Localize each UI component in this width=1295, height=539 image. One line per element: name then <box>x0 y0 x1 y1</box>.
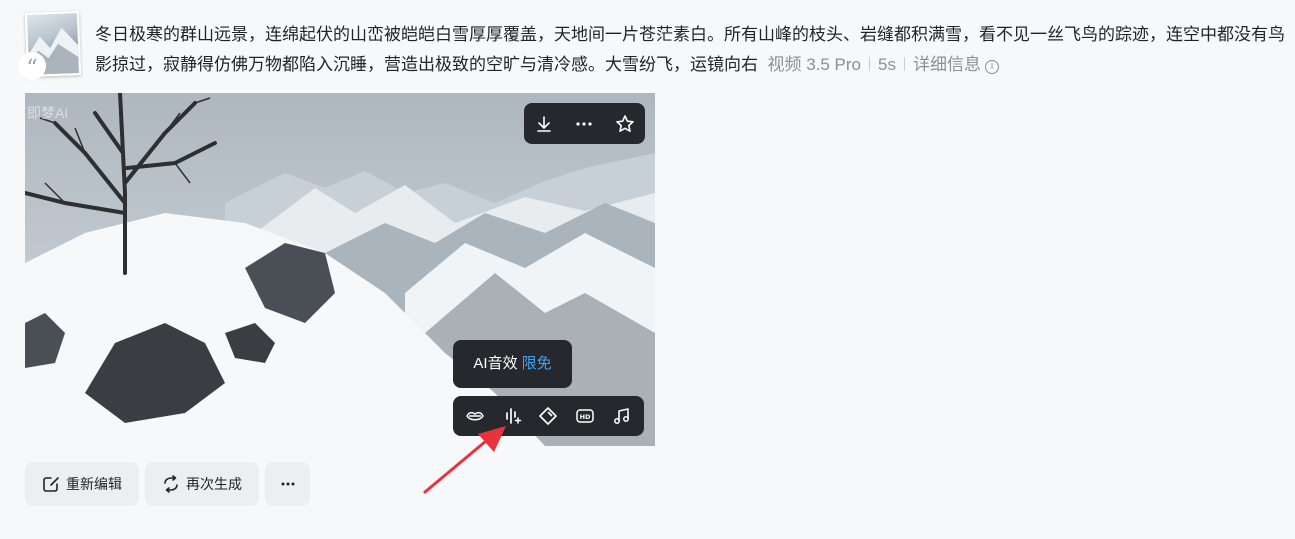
more-actions-button[interactable] <box>265 462 310 506</box>
free-badge: 限免 <box>521 355 552 372</box>
details-label[interactable]: 详细信息 <box>913 55 981 74</box>
video-watermark: 即梦AI <box>27 105 69 121</box>
music-icon <box>613 408 629 424</box>
info-icon[interactable]: i <box>984 60 999 74</box>
download-icon <box>537 115 551 132</box>
ai-sound-tooltip: AI音效 限免 <box>453 340 572 388</box>
refresh-icon <box>164 475 178 493</box>
regenerate-button[interactable]: 再次生成 <box>145 462 259 506</box>
regenerate-label: 再次生成 <box>186 476 242 492</box>
more-icon <box>576 121 593 126</box>
favorite-button[interactable] <box>610 109 640 139</box>
action-bar: 重新编辑 再次生成 <box>25 462 310 506</box>
prompt-text: 冬日极寒的群山远景，连绵起伏的山峦被皑皑白雪厚厚覆盖，天地间一片苍茫素白。所有山… <box>95 25 1285 74</box>
quote-icon: “ <box>18 52 46 81</box>
red-pointer-arrow-icon <box>423 426 506 494</box>
star-icon <box>616 114 634 132</box>
model-name: 视频 3.5 Pro <box>767 55 862 74</box>
edit-icon <box>43 477 59 492</box>
reedit-label: 重新编辑 <box>66 476 122 492</box>
enhance-button[interactable] <box>533 401 563 431</box>
details-link[interactable]: 详细信息 i <box>913 55 999 74</box>
download-button[interactable] <box>529 109 559 139</box>
music-button[interactable] <box>607 401 637 431</box>
meta-divider <box>869 57 871 71</box>
svg-text:HD: HD <box>580 413 591 421</box>
hd-icon: HD <box>576 409 594 423</box>
snow-mountain-scene <box>25 93 655 446</box>
reedit-button[interactable]: 重新编辑 <box>25 462 139 506</box>
hd-upscale-button[interactable]: HD <box>570 401 600 431</box>
tooltip-label: AI音效 <box>473 355 518 372</box>
more-options-button[interactable] <box>569 109 599 139</box>
enhance-icon <box>539 407 558 425</box>
prompt-text-block: 冬日极寒的群山远景，连绵起伏的山峦被皑皑白雪厚厚覆盖，天地间一片苍茫素白。所有山… <box>95 20 1290 80</box>
duration: 5s <box>878 55 896 74</box>
video-top-toolbar <box>524 103 645 144</box>
more-icon <box>281 482 294 486</box>
video-player[interactable]: 即梦AI AI音效 限免 HD <box>25 93 655 446</box>
meta-divider <box>903 57 905 71</box>
generation-meta: 视频 3.5 Pro 5s 详细信息 i <box>763 55 999 74</box>
